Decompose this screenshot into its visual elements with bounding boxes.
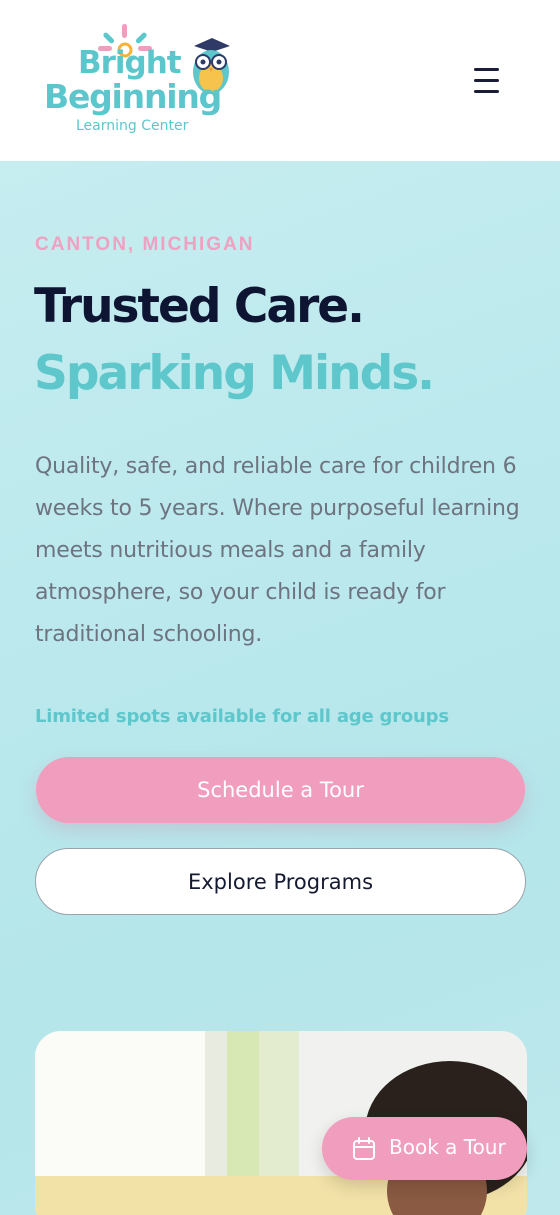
book-tour-floating-button[interactable]: Book a Tour	[322, 1117, 527, 1180]
hero-description: Quality, safe, and reliable care for chi…	[35, 454, 520, 647]
logo-text-beginning: Beginning	[44, 77, 222, 116]
logo-text-bright: Bright	[78, 45, 182, 81]
headline-line1: Trusted Care.	[34, 279, 365, 334]
book-tour-label: Book a Tour	[389, 1135, 506, 1159]
schedule-tour-button[interactable]: Schedule a Tour	[36, 757, 525, 823]
hamburger-menu-icon[interactable]	[466, 62, 506, 98]
availability-note: Limited spots available for all age grou…	[35, 706, 449, 727]
site-header: Bright Beginning Learning Center	[0, 0, 560, 161]
logo[interactable]: Bright Beginning Learning Center	[44, 20, 244, 140]
headline-line2: Sparking Minds.	[34, 346, 435, 401]
logo-subtitle: Learning Center	[76, 118, 189, 134]
hero-section: CANTON, MICHIGAN Trusted Care. Sparking …	[0, 161, 560, 1215]
explore-programs-button[interactable]: Explore Programs	[35, 848, 526, 915]
location-label: CANTON, MICHIGAN	[35, 234, 255, 255]
calendar-icon	[353, 1137, 375, 1160]
